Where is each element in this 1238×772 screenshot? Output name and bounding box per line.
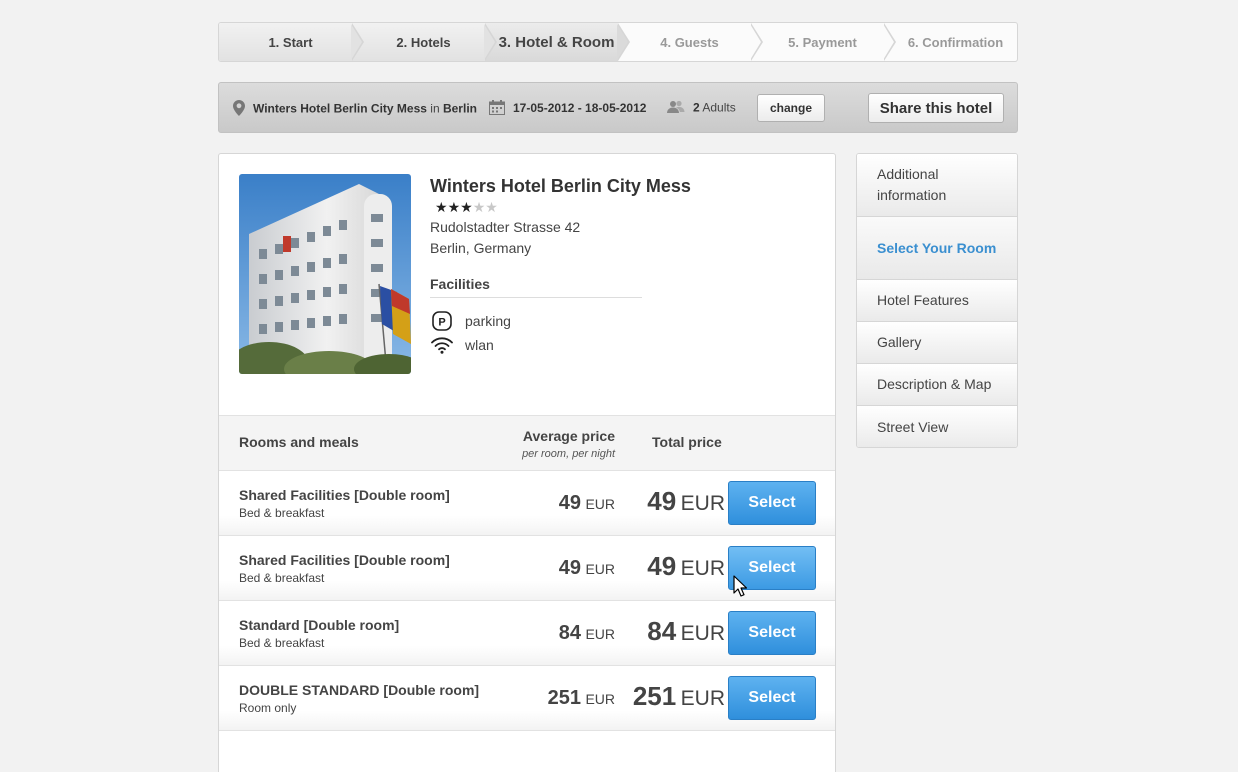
map-pin-icon — [233, 100, 245, 119]
select-room-button[interactable]: Select — [728, 481, 816, 525]
summary-dates: 17-05-2012 - 18-05-2012 — [489, 100, 646, 118]
users-icon — [667, 100, 685, 117]
select-room-button[interactable]: Select — [728, 676, 816, 720]
nav-additional-information[interactable]: Additional information — [857, 154, 1017, 217]
share-hotel-button[interactable]: Share this hotel — [868, 93, 1004, 123]
room-name: DOUBLE STANDARD [Double room] — [239, 682, 480, 698]
svg-text:P: P — [438, 317, 445, 329]
step-label: 1. Start — [268, 34, 313, 50]
star-icon: ★ — [460, 199, 473, 215]
nav-select-your-room[interactable]: Select Your Room — [857, 217, 1017, 280]
summary-guest-label: Adults — [702, 100, 736, 115]
booking-summary: Winters Hotel Berlin City Mess in Berlin… — [218, 82, 1018, 133]
room-name: Shared Facilities [Double room] — [239, 487, 450, 503]
facility-label: parking — [465, 313, 511, 329]
total-price-column: Total price — [652, 434, 722, 450]
step-hotels[interactable]: 2. Hotels — [352, 23, 497, 61]
star-icon: ★ — [447, 199, 461, 215]
room-meal: Bed & breakfast — [239, 571, 325, 585]
rooms-column-title: Rooms and meals — [239, 434, 359, 450]
select-room-button[interactable]: Select — [728, 611, 816, 655]
room-row: DOUBLE STANDARD [Double room] Room only … — [219, 666, 835, 731]
hotel-address-street: Rudolstadter Strasse 42 — [430, 219, 581, 235]
step-confirmation: 6. Confirmation — [884, 23, 1017, 61]
summary-city: Berlin — [442, 101, 477, 116]
room-total-price: 49 EUR — [647, 551, 725, 581]
star-icon: ★ — [435, 199, 448, 215]
nav-gallery[interactable]: Gallery — [857, 322, 1017, 364]
room-total-price: 49 EUR — [647, 486, 725, 516]
room-avg-price: 251 EUR — [547, 687, 615, 709]
room-meal: Bed & breakfast — [239, 636, 325, 650]
facility-parking: P parking — [430, 311, 511, 331]
summary-location: Winters Hotel Berlin City Mess in Berlin — [233, 100, 477, 119]
room-avg-price: 49 EUR — [558, 557, 615, 579]
step-label: 3. Hotel & Room — [498, 33, 615, 51]
calendar-icon — [489, 100, 505, 118]
hotel-address-city: Berlin, Germany — [430, 240, 532, 256]
step-label: 6. Confirmation — [907, 34, 1004, 50]
facility-label: wlan — [465, 337, 494, 353]
summary-guests: 2 Adults — [667, 100, 736, 117]
summary-date-range: 17-05-2012 - 18-05-2012 — [513, 101, 647, 116]
hotel-panel: Winters Hotel Berlin City Mess ★★★★★ Rud… — [218, 153, 836, 772]
rooms-table-header: Rooms and meals Average price per room, … — [219, 415, 835, 471]
step-hotel-room: 3. Hotel & Room — [485, 23, 630, 61]
avg-price-subtitle: per room, per night — [522, 448, 615, 460]
mouse-cursor-icon — [733, 575, 748, 602]
step-guests: 4. Guests — [618, 23, 763, 61]
booking-steps: 1. Start 2. Hotels 3. Hotel & Room 4. Gu… — [218, 22, 1018, 62]
nav-street-view[interactable]: Street View — [857, 406, 1017, 447]
avg-price-column: Average price — [522, 428, 615, 444]
room-total-price: 84 EUR — [647, 616, 725, 646]
room-name: Standard [Double room] — [239, 617, 400, 633]
room-avg-price: 84 EUR — [558, 622, 615, 644]
hotel-sidenav: Additional information Select Your Room … — [856, 153, 1018, 448]
step-label: 5. Payment — [788, 34, 857, 50]
step-start[interactable]: 1. Start — [219, 23, 364, 61]
room-row: Standard [Double room] Bed & breakfast 8… — [219, 601, 835, 666]
wifi-icon — [430, 336, 454, 354]
nav-description-map[interactable]: Description & Map — [857, 364, 1017, 406]
star-empty-icon: ★ — [485, 199, 498, 215]
step-label: 2. Hotels — [396, 34, 451, 50]
parking-icon: P — [430, 311, 454, 331]
star-rating: ★★★★★ — [435, 199, 498, 216]
step-payment: 5. Payment — [751, 23, 896, 61]
nav-hotel-features[interactable]: Hotel Features — [857, 280, 1017, 322]
change-button[interactable]: change — [757, 94, 825, 122]
room-meal: Bed & breakfast — [239, 506, 325, 520]
room-row: Shared Facilities [Double room] Bed & br… — [219, 471, 835, 536]
summary-hotel: Winters Hotel Berlin City Mess — [253, 101, 427, 116]
facilities-title: Facilities — [430, 276, 642, 298]
room-total-price: 251 EUR — [632, 681, 725, 711]
step-label: 4. Guests — [660, 34, 719, 50]
room-meal: Room only — [239, 701, 297, 715]
room-avg-price: 49 EUR — [558, 492, 615, 514]
summary-guest-count: 2 — [693, 100, 700, 115]
hotel-name: Winters Hotel Berlin City Mess — [430, 176, 691, 196]
star-empty-icon: ★ — [472, 199, 486, 215]
hotel-photo[interactable] — [239, 174, 411, 374]
summary-in: in — [430, 101, 440, 116]
facility-wlan: wlan — [430, 336, 494, 354]
room-name: Shared Facilities [Double room] — [239, 552, 450, 568]
